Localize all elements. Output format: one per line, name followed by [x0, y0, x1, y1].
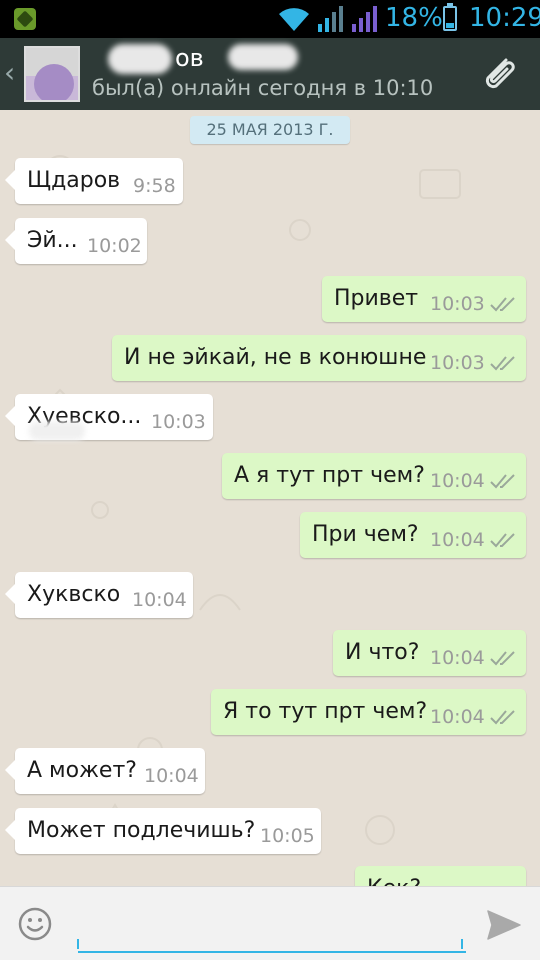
- chat-header: ‹ ов был(а) онлайн сегодня в 10:10: [0, 38, 540, 110]
- smiley-icon[interactable]: [18, 907, 52, 941]
- message-outgoing[interactable]: И что? 10:04: [333, 630, 526, 676]
- message-text: Может подлечишь?: [27, 818, 256, 843]
- status-time: 10:29: [469, 3, 540, 33]
- app-notification-icon: [14, 8, 36, 30]
- battery-icon: [443, 3, 457, 31]
- last-seen-status: был(а) онлайн сегодня в 10:10: [92, 76, 434, 100]
- message-text: Привет: [334, 286, 419, 311]
- input-underline-cap: [461, 939, 463, 949]
- message-outgoing[interactable]: А я тут прт чем? 10:04: [222, 453, 526, 499]
- message-outgoing[interactable]: При чем? 10:04: [300, 512, 526, 558]
- avatar[interactable]: [24, 46, 80, 102]
- input-underline-cap: [77, 939, 79, 949]
- send-icon[interactable]: [486, 907, 522, 943]
- message-time: 10:03: [151, 411, 206, 433]
- wifi-icon: [279, 8, 309, 31]
- message-incoming[interactable]: Щдаров 9:58: [5, 158, 183, 204]
- double-check-icon: [490, 533, 515, 548]
- message-text: Кек?: [367, 876, 421, 886]
- message-time: 9:58: [133, 175, 176, 197]
- message-time: 10:03: [430, 293, 485, 315]
- message-time: 10:05: [260, 825, 315, 847]
- conversation[interactable]: 25 МАЯ 2013 Г. Щдаров 9:58 Эй... 10:02 П…: [0, 110, 540, 886]
- redaction-blur: [108, 44, 172, 74]
- message-time: 10:04: [430, 706, 485, 728]
- message-outgoing[interactable]: Я то тут прт чем? 10:04: [211, 689, 526, 735]
- message-time: 10:04: [144, 765, 199, 787]
- signal-icon: [318, 6, 343, 32]
- battery-percent: 18%: [385, 3, 443, 33]
- double-check-icon: [490, 474, 515, 489]
- message-time: 10:04: [430, 470, 485, 492]
- paperclip-icon[interactable]: [476, 52, 520, 96]
- message-outgoing[interactable]: Кек?: [355, 866, 526, 886]
- message-incoming[interactable]: Хуквско 10:04: [5, 572, 193, 618]
- compose-bar: [0, 886, 540, 960]
- date-separator: 25 МАЯ 2013 Г.: [190, 116, 350, 144]
- message-time: 10:04: [430, 647, 485, 669]
- message-incoming[interactable]: Хуевско... 10:03: [5, 394, 213, 440]
- message-text: А может?: [27, 758, 137, 783]
- message-time: 10:04: [430, 529, 485, 551]
- message-incoming[interactable]: Может подлечишь? 10:05: [5, 808, 321, 854]
- redaction-blur: [29, 422, 85, 440]
- contact-name[interactable]: ов: [175, 44, 204, 72]
- double-check-icon: [490, 651, 515, 666]
- message-text: Щдаров: [27, 168, 121, 193]
- message-text: Хуквско: [27, 582, 121, 607]
- message-time: 10:03: [430, 352, 485, 374]
- message-incoming[interactable]: А может? 10:04: [5, 748, 205, 794]
- redaction-blur-2: [228, 44, 298, 70]
- message-time: 10:02: [87, 235, 142, 257]
- message-incoming[interactable]: Эй... 10:02: [5, 218, 147, 264]
- message-text: Эй...: [27, 228, 78, 253]
- signal-icon-2: [352, 6, 377, 32]
- message-outgoing[interactable]: Привет 10:03: [322, 276, 526, 322]
- message-input[interactable]: [78, 903, 466, 953]
- message-text: И что?: [345, 640, 420, 665]
- message-text: А я тут прт чем?: [234, 463, 425, 488]
- message-text: При чем?: [312, 522, 419, 547]
- double-check-icon: [490, 297, 515, 312]
- double-check-icon: [490, 710, 515, 725]
- message-text: Я то тут прт чем?: [223, 699, 428, 724]
- chevron-left-icon[interactable]: ‹: [4, 56, 15, 89]
- status-bar: 18% 10:29: [0, 0, 540, 38]
- double-check-icon: [490, 356, 515, 371]
- message-outgoing[interactable]: И не эйкай, не в конюшне 10:03: [112, 335, 526, 381]
- message-text: И не эйкай, не в конюшне: [124, 345, 427, 370]
- message-time: 10:04: [132, 589, 187, 611]
